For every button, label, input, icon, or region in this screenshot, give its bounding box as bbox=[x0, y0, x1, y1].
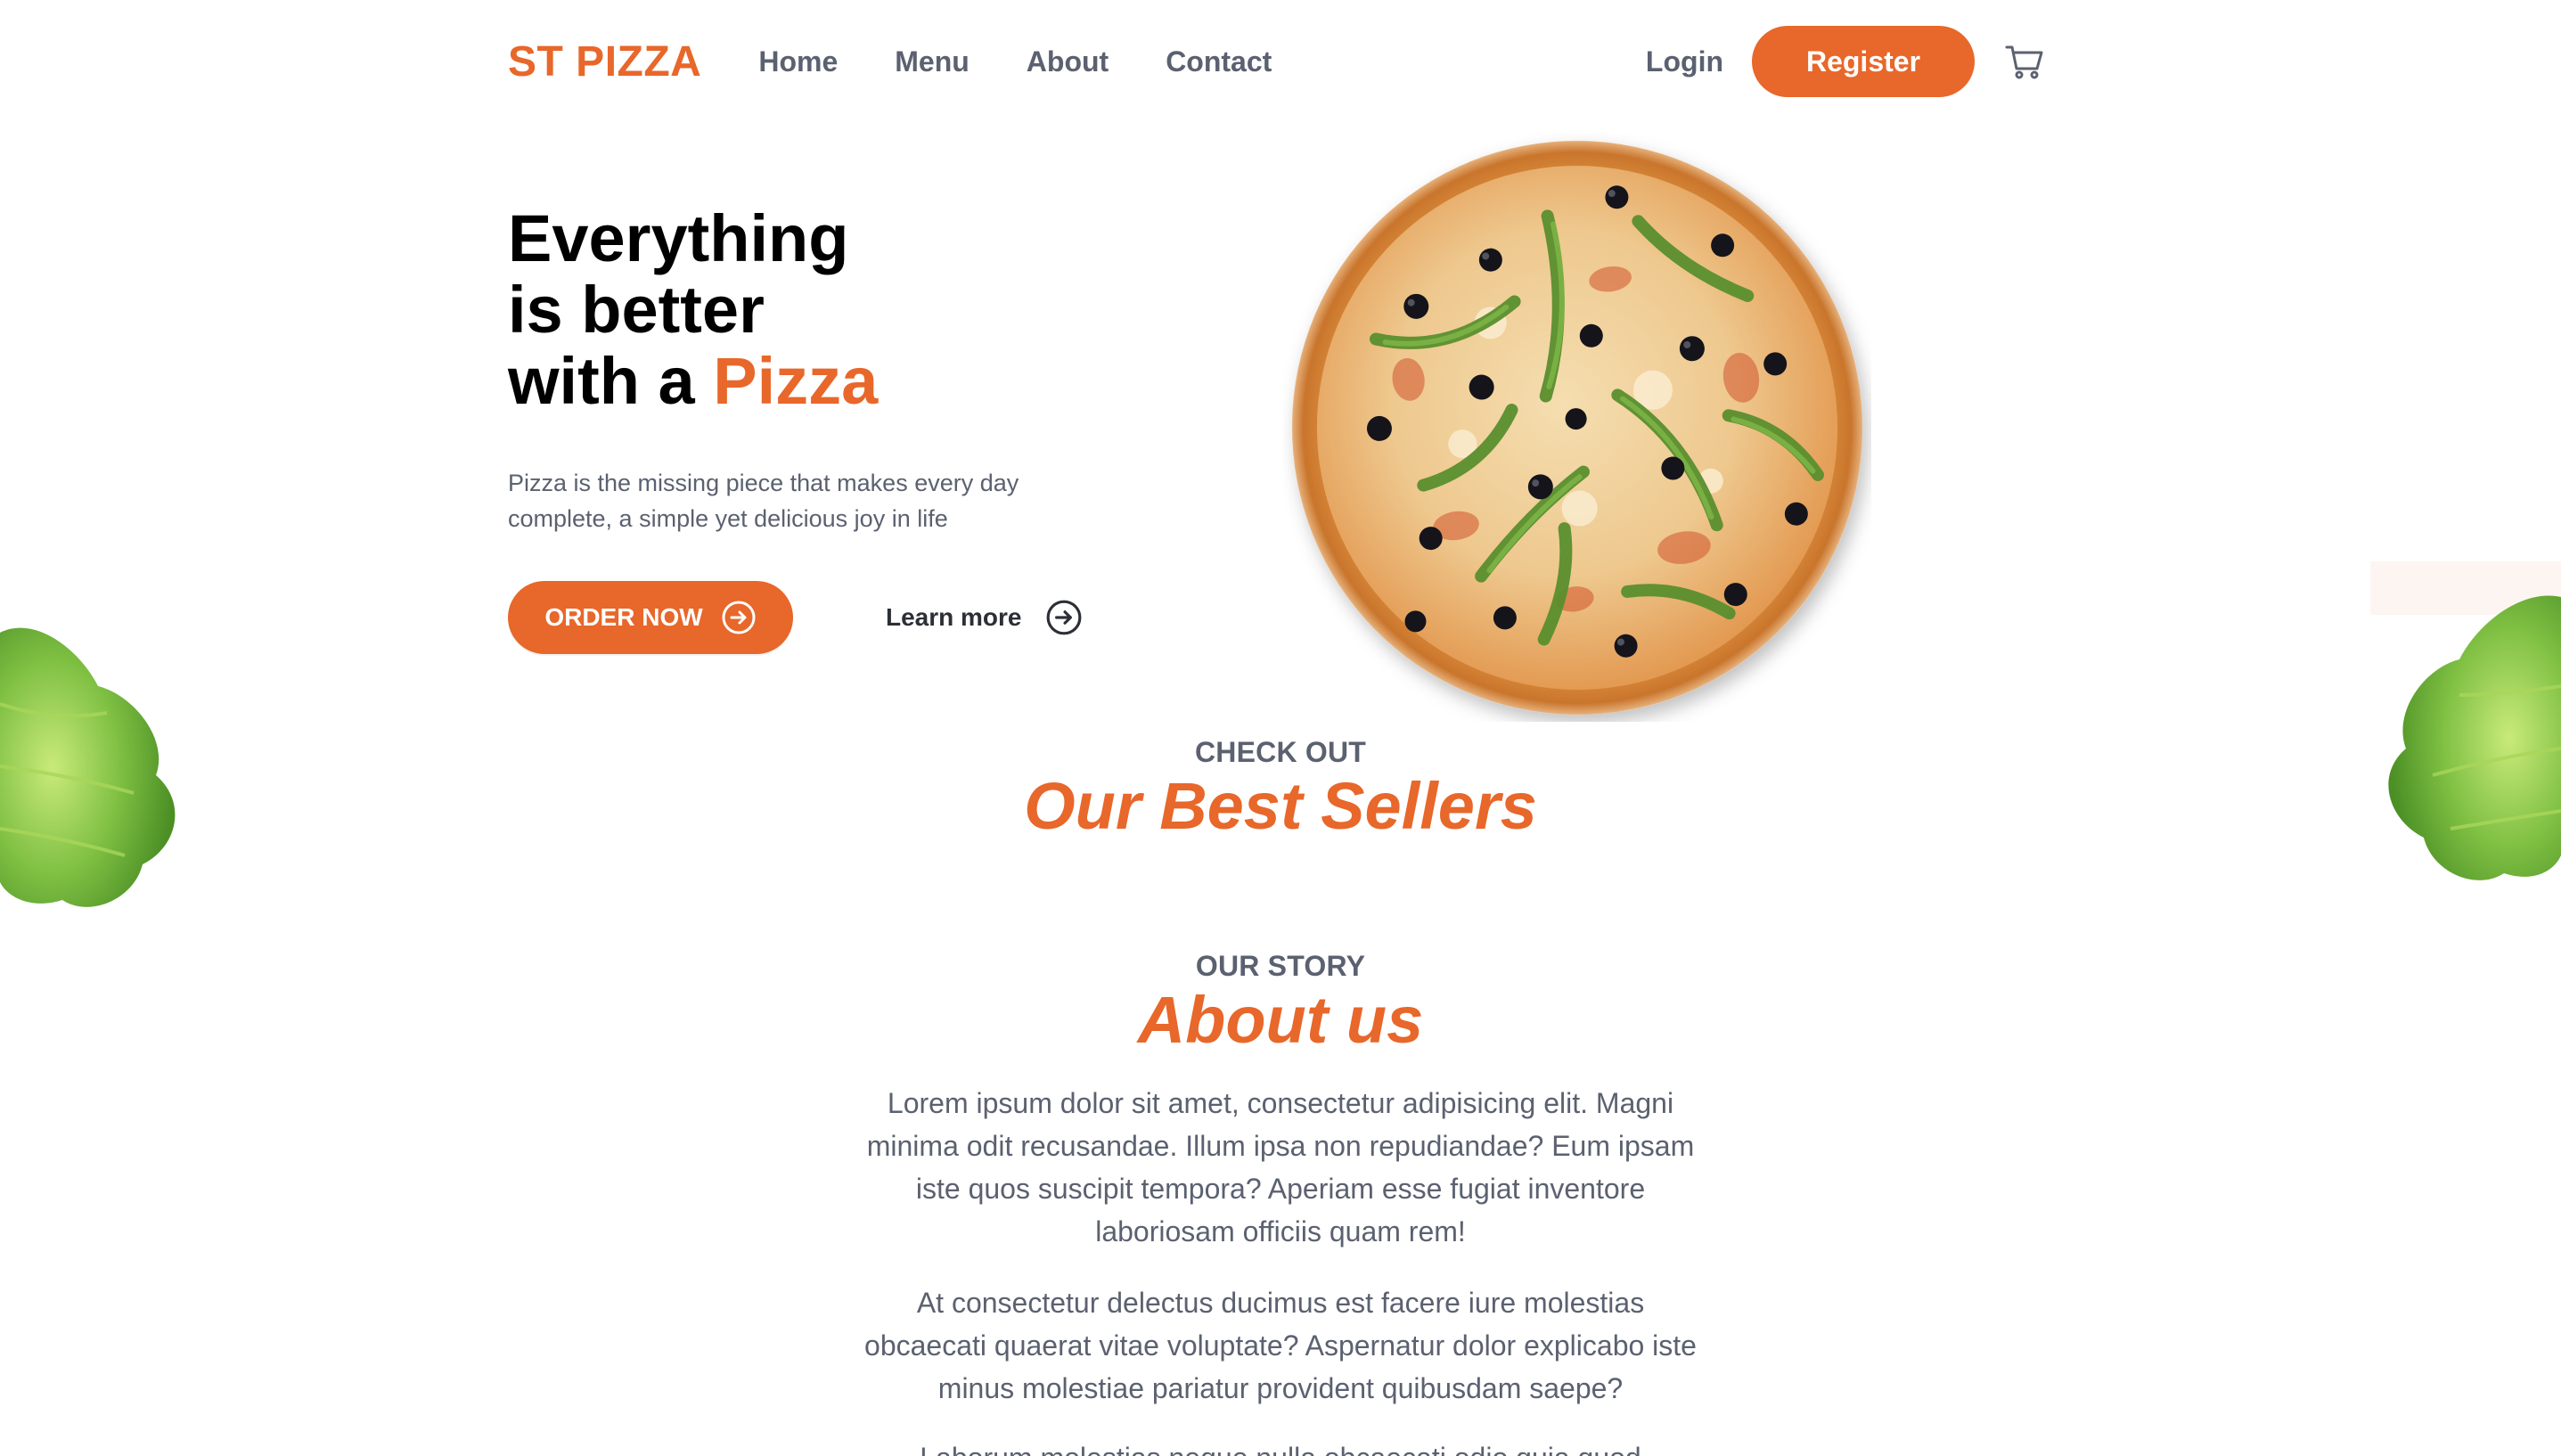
lettuce-right-image bbox=[2370, 561, 2561, 880]
best-sellers-heading: CHECK OUT Our Best Sellers bbox=[0, 736, 2561, 844]
header-actions: Login Register bbox=[1646, 26, 2044, 97]
pizza-image bbox=[1291, 141, 1863, 715]
hero-title: Everything is better with a Pizza bbox=[508, 203, 878, 417]
learn-more-label: Learn more bbox=[886, 603, 1022, 631]
login-link[interactable]: Login bbox=[1646, 45, 1723, 78]
order-now-label: ORDER NOW bbox=[544, 603, 703, 631]
hero-description: Pizza is the missing piece that makes ev… bbox=[508, 470, 1019, 532]
page: ST PIZZA Home Menu About Contact Login R… bbox=[0, 0, 2561, 1456]
nav-home-link[interactable]: Home bbox=[758, 45, 838, 78]
site-header: ST PIZZA Home Menu About Contact Login R… bbox=[508, 21, 2044, 102]
hero-title-accent: Pizza bbox=[713, 344, 879, 418]
order-now-button[interactable]: ORDER NOW bbox=[508, 581, 793, 654]
register-button[interactable]: Register bbox=[1752, 26, 1975, 97]
about-paragraph-2: At consectetur delectus ducimus est face… bbox=[864, 1287, 1697, 1404]
main-nav: Home Menu About Contact bbox=[758, 45, 1272, 78]
nav-menu-link[interactable]: Menu bbox=[895, 45, 970, 78]
hero-title-line-2: is better bbox=[508, 273, 765, 347]
about-eyebrow: OUR STORY bbox=[1195, 950, 1366, 982]
about-paragraph-1: Lorem ipsum dolor sit amet, consectetur … bbox=[866, 1087, 1695, 1247]
arrow-circle-right-icon bbox=[1046, 600, 1081, 635]
best-sellers-eyebrow: CHECK OUT bbox=[1194, 736, 1367, 768]
best-sellers-title: Our Best Sellers bbox=[1024, 769, 1537, 843]
hero-title-line-3: with a bbox=[508, 344, 714, 418]
nav-contact-link[interactable]: Contact bbox=[1166, 45, 1272, 78]
about-paragraph-3: Laborum molestias neque nulla obcaecati … bbox=[862, 1436, 1699, 1456]
logo[interactable]: ST PIZZA bbox=[508, 37, 701, 86]
arrow-circle-right-icon bbox=[722, 601, 756, 634]
about-title: About us bbox=[1137, 983, 1424, 1057]
cart-icon[interactable] bbox=[2005, 42, 2044, 81]
learn-more-button[interactable]: Learn more bbox=[880, 581, 1088, 654]
about-heading: OUR STORY About us bbox=[0, 950, 2561, 1058]
hero-title-line-1: Everything bbox=[508, 201, 849, 275]
nav-about-link[interactable]: About bbox=[1027, 45, 1109, 78]
